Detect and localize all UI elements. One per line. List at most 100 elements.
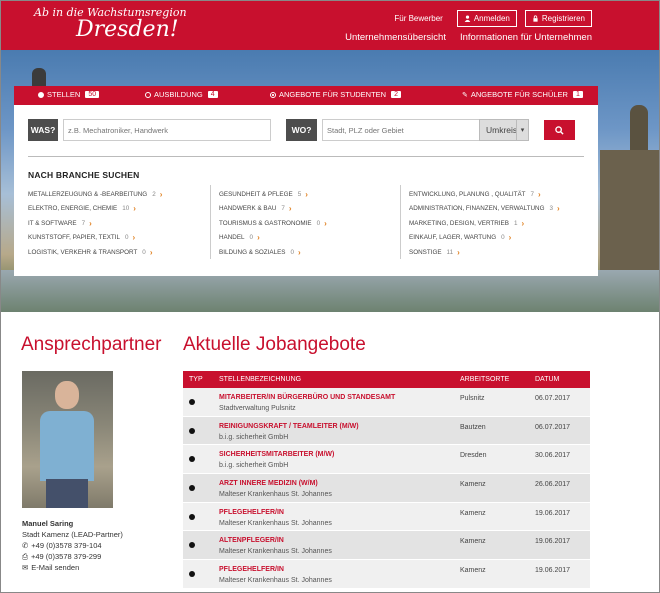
type-bullet-icon — [189, 456, 195, 463]
branche-item[interactable]: KUNSTSTOFF, PAPIER, TEXTIL 0 › — [28, 231, 162, 246]
logo-line2: Dresden! — [76, 17, 179, 42]
wo-input[interactable] — [322, 119, 480, 141]
job-ort: Bautzen — [460, 423, 486, 431]
job-company: Malteser Krankenhaus St. Johannes — [219, 548, 332, 556]
contact-email-link[interactable]: E-Mail senden — [31, 562, 79, 573]
job-company: Malteser Krankenhaus St. Johannes — [219, 519, 332, 527]
photo-shirt-shape — [40, 411, 94, 481]
tab-ausbildung[interactable]: AUSBILDUNG 4 — [145, 90, 218, 99]
tab-studenten-label: ANGEBOTE FÜR STUDENTEN — [279, 90, 387, 99]
table-row[interactable]: PFLEGEHELFER/IN Malteser Krankenhaus St. … — [183, 502, 590, 532]
branche-label: ELEKTRO, ENERGIE, CHEMIE — [28, 205, 118, 213]
table-row[interactable]: MITARBEITER/IN BÜRGERBÜRO UND STANDESAMT… — [183, 388, 590, 417]
job-company: Stadtverwaltung Pulsnitz — [219, 405, 296, 412]
job-title[interactable]: ALTENPFLEGER/IN — [219, 537, 284, 544]
type-bullet-icon — [189, 542, 195, 549]
site-logo[interactable]: Ab in die Wachstumsregion Dresden! — [34, 6, 187, 42]
branche-item[interactable]: TOURISMUS & GASTRONOMIE 0 › — [219, 216, 327, 231]
search-icon — [555, 125, 564, 135]
branche-item[interactable]: ENTWICKLUNG, PLANUNG , QUALITÄT 7 › — [409, 187, 560, 202]
was-label: WAS? — [28, 119, 58, 141]
contact-fax-row: ⎙ +49 (0)3578 379-299 — [22, 551, 123, 562]
job-date: 06.07.2017 — [535, 395, 571, 402]
umkreis-select[interactable]: Umkreis ▾ — [479, 119, 529, 141]
contact-phone[interactable]: +49 (0)3578 379-104 — [31, 540, 101, 551]
register-label: Registrieren — [541, 14, 585, 23]
branche-item[interactable]: ADMINISTRATION, FINANZEN, VERWALTUNG 3 › — [409, 202, 560, 217]
branche-item[interactable]: MARKETING, DESIGN, VERTRIEB 1 › — [409, 216, 560, 231]
branche-item[interactable]: METALLERZEUGUNG & -BEARBEITUNG 2 › — [28, 187, 162, 202]
jobs-heading: Aktuelle Jobangebote — [183, 334, 366, 355]
tab-studenten[interactable]: ANGEBOTE FÜR STUDENTEN 2 — [270, 90, 401, 99]
search-panel: STELLEN 50 AUSBILDUNG 4 ANGEBOTE FÜR STU… — [14, 86, 598, 276]
branche-label: METALLERZEUGUNG & -BEARBEITUNG — [28, 190, 148, 198]
job-title[interactable]: REINIGUNGSKRAFT / TEAMLEITER (M/W) — [219, 423, 359, 430]
envelope-icon: ✉ — [22, 563, 29, 572]
branche-item[interactable]: ELEKTRO, ENERGIE, CHEMIE 10 › — [28, 202, 162, 217]
branche-column-1: METALLERZEUGUNG & -BEARBEITUNG 2 › ELEKTRO… — [28, 187, 162, 260]
chevron-down-icon: ▾ — [516, 120, 528, 140]
site-header: Ab in die Wachstumsregion Dresden! Für B… — [0, 0, 660, 50]
branche-count: 0 — [142, 248, 146, 256]
login-label: Anmelden — [473, 14, 510, 23]
job-title[interactable]: MITARBEITER/IN BÜRGERBÜRO UND STANDESAMT — [219, 394, 395, 401]
branche-count: 0 — [125, 234, 129, 242]
tab-schueler[interactable]: ✎ ANGEBOTE FÜR SCHÜLER 1 — [462, 90, 583, 99]
chevron-right-icon: › — [557, 204, 560, 214]
was-input[interactable] — [63, 119, 271, 141]
job-title[interactable]: PFLEGEHELFER/IN — [219, 509, 284, 516]
branche-count: 0 — [290, 248, 295, 256]
table-row[interactable]: ALTENPFLEGER/IN Malteser Krankenhaus St. … — [183, 531, 590, 561]
table-row[interactable]: REINIGUNGSKRAFT / TEAMLEITER (M/W) b.i.g.… — [183, 416, 590, 446]
fax-icon: ⎙ — [22, 552, 28, 561]
chevron-right-icon: › — [508, 233, 512, 243]
radio-selected-icon — [38, 91, 44, 98]
main-nav: Unternehmensübersicht Informationen für … — [345, 32, 592, 43]
link-fuer-bewerber[interactable]: Für Bewerber — [394, 14, 442, 23]
building-right-shape — [600, 150, 660, 270]
col-arbeitsorte: ARBEITSORTE — [460, 376, 510, 383]
branche-item[interactable]: EINKAUF, LAGER, WARTUNG 0 › — [409, 231, 560, 246]
table-row[interactable]: SICHERHEITSMITARBEITER (M/W) b.i.g. siche… — [183, 445, 590, 475]
register-button[interactable]: Registrieren — [524, 10, 592, 27]
job-ort: Pulsnitz — [460, 395, 485, 402]
job-title[interactable]: SICHERHEITSMITARBEITER (M/W) — [219, 451, 334, 458]
job-company: b.i.g. sicherheit GmbH — [219, 462, 289, 470]
tab-schueler-count: 1 — [572, 91, 583, 98]
table-row[interactable]: PFLEGEHELFER/IN Malteser Krankenhaus St. … — [183, 560, 590, 589]
branche-count: 2 — [152, 190, 156, 198]
job-title[interactable]: ARZT INNERE MEDIZIN (W/M) — [219, 480, 318, 487]
job-company: Malteser Krankenhaus St. Johannes — [219, 491, 332, 499]
branche-label: HANDWERK & BAU — [219, 205, 277, 213]
branche-item[interactable]: IT & SOFTWARE 7 › — [28, 216, 162, 231]
job-date: 19.06.2017 — [535, 567, 571, 575]
table-row[interactable]: ARZT INNERE MEDIZIN (W/M) Malteser Kranke… — [183, 474, 590, 503]
job-title[interactable]: PFLEGEHELFER/IN — [219, 566, 284, 573]
job-date: 26.06.2017 — [535, 481, 571, 489]
search-button[interactable] — [544, 120, 575, 140]
chevron-right-icon: › — [132, 233, 136, 243]
login-button[interactable]: Anmelden — [456, 10, 517, 27]
search-tabs: STELLEN 50 AUSBILDUNG 4 ANGEBOTE FÜR STU… — [14, 86, 598, 105]
nav-informationen-unternehmen[interactable]: Informationen für Unternehmen — [460, 32, 592, 43]
branche-item[interactable]: LOGISTIK, VERKEHR & TRANSPORT 0 › — [28, 245, 162, 260]
branche-item[interactable]: GESUNDHEIT & PFLEGE 5 › — [219, 187, 327, 202]
col-stellenbezeichnung: STELLENBEZEICHNUNG — [219, 376, 302, 383]
nav-unternehmensuebersicht[interactable]: Unternehmensübersicht — [345, 32, 446, 43]
branche-label: BILDUNG & SOZIALES — [219, 248, 286, 256]
tab-stellen[interactable]: STELLEN 50 — [38, 90, 100, 99]
branche-label: ADMINISTRATION, FINANZEN, VERWALTUNG — [409, 205, 545, 213]
river-shape — [0, 270, 660, 312]
chevron-right-icon: › — [521, 218, 525, 228]
branche-column-3: ENTWICKLUNG, PLANUNG , QUALITÄT 7 › ADMINI… — [409, 187, 560, 260]
photo-pants-shape — [46, 479, 88, 508]
branche-item[interactable]: SONSTIGE 11 › — [409, 245, 560, 260]
branche-item[interactable]: HANDWERK & BAU 7 › — [219, 202, 327, 217]
branche-item[interactable]: HANDEL 0 › — [219, 231, 327, 246]
tab-schueler-label: ANGEBOTE FÜR SCHÜLER — [470, 90, 568, 99]
job-ort: Kamenz — [460, 567, 486, 575]
branche-label: KUNSTSTOFF, PAPIER, TEXTIL — [28, 234, 121, 242]
phone-icon: ✆ — [22, 541, 29, 550]
branche-item[interactable]: BILDUNG & SOZIALES 0 › — [219, 245, 327, 260]
contact-fax: +49 (0)3578 379-299 — [31, 552, 102, 561]
